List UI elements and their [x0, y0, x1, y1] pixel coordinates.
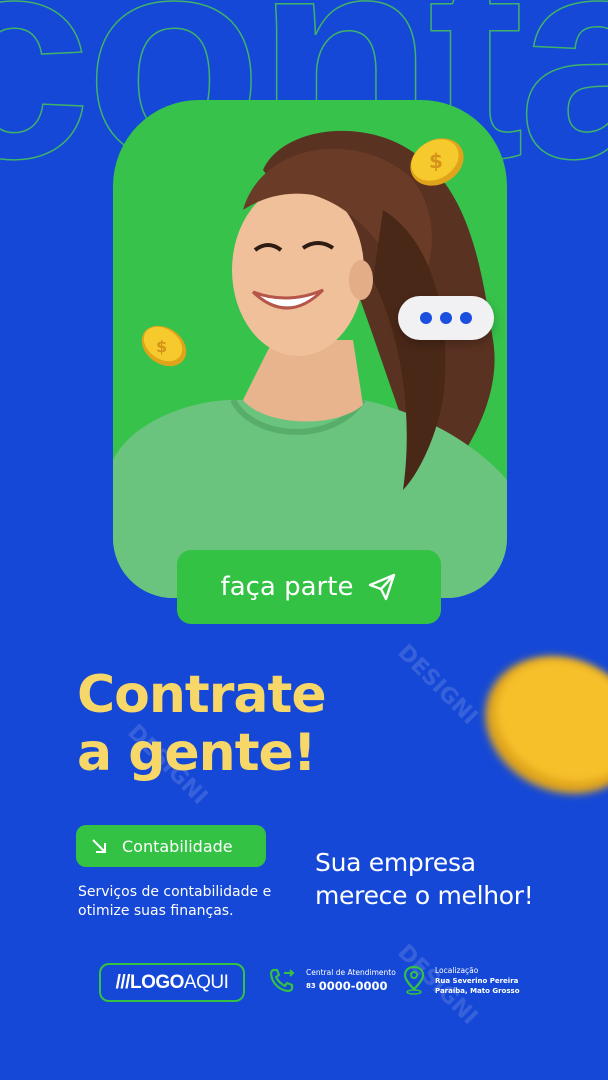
paper-plane-icon: [369, 573, 396, 601]
tagline: Sua empresa merece o melhor!: [315, 846, 534, 912]
tagline-line-1: Sua empresa: [315, 848, 476, 877]
phone-number[interactable]: 83 0000-0000: [306, 978, 396, 994]
coin-icon: $: [410, 138, 464, 186]
join-button-label: faça parte: [220, 572, 354, 602]
location-label: Localização: [435, 966, 479, 975]
headline-line-2: a gente!: [77, 723, 317, 783]
headline-line-1: Contrate: [77, 665, 327, 725]
logo: ///LOGO AQUI: [99, 963, 245, 1002]
svg-text:$: $: [156, 337, 167, 356]
service-description: Serviços de contabilidade e otimize suas…: [78, 884, 272, 919]
svg-text:$: $: [429, 149, 443, 173]
join-button[interactable]: faça parte: [177, 550, 441, 624]
location-info: Localização Rua Severino Pereira Paraíba…: [403, 965, 520, 996]
coin-icon: $: [141, 325, 187, 367]
map-pin-icon: [403, 965, 425, 995]
service-tag-label: Contabilidade: [122, 836, 233, 856]
address-line-2: Paraíba, Mato Grosso: [435, 987, 520, 995]
typing-dot: [460, 312, 472, 324]
service-tag[interactable]: Contabilidade: [76, 825, 266, 867]
logo-text: AQUI: [183, 971, 229, 993]
typing-bubble-icon: [398, 296, 494, 340]
typing-dot: [440, 312, 452, 324]
headline: Contrate a gente!: [77, 665, 327, 783]
watermark: DESIGNI: [392, 640, 483, 730]
contact-label: Central de Atendimento: [306, 967, 396, 977]
logo-slashes: ///: [115, 971, 131, 993]
contact-info: Central de Atendimento 83 0000-0000: [268, 966, 396, 994]
logo-text-bold: LOGO: [129, 971, 184, 993]
phone-transfer-icon: [269, 968, 295, 993]
area-code: 83: [306, 981, 316, 990]
arrow-down-right-icon: [92, 839, 106, 853]
coin-icon: [485, 656, 608, 794]
typing-dot: [420, 312, 432, 324]
address-line-1: Rua Severino Pereira: [435, 977, 519, 985]
tagline-line-2: merece o melhor!: [315, 881, 534, 910]
phone-digits: 0000-0000: [318, 978, 388, 993]
